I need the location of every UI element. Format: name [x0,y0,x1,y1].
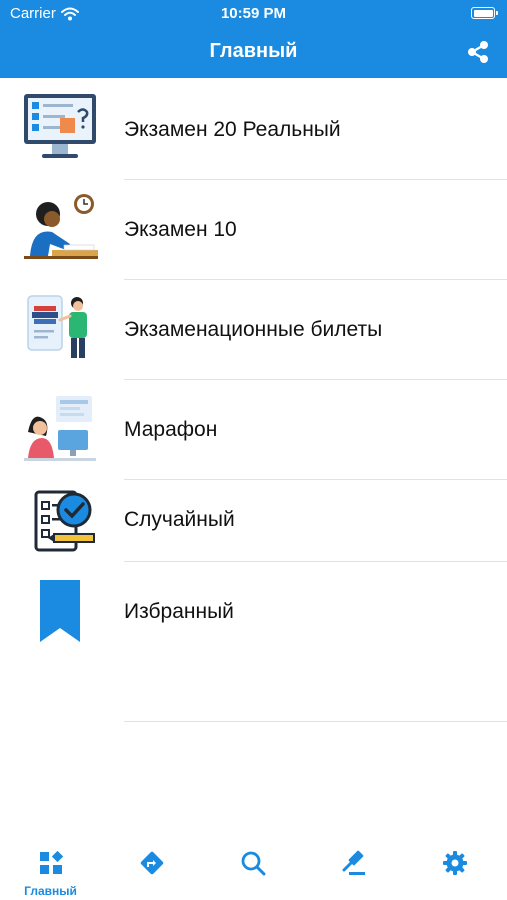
tab-gavel[interactable] [303,838,404,900]
menu-item-exam-10[interactable]: Экзамен 10 [0,180,507,280]
status-bar: Carrier 10:59 PM [0,0,507,26]
menu-item-favorites[interactable]: Избранный [0,562,507,722]
bookmark-icon [40,580,80,642]
battery-icon [471,7,498,19]
directions-icon [140,851,164,875]
top-bar: Carrier 10:59 PM Главный [0,0,507,78]
menu-item-label: Экзамен 20 Реальный [124,118,341,141]
tab-label: Главный [24,884,77,898]
tab-home[interactable]: Главный [0,838,101,900]
tab-search[interactable] [202,838,303,900]
clock: 10:59 PM [220,5,287,22]
gavel-icon [342,850,365,875]
share-icon[interactable] [465,39,491,65]
tab-settings[interactable] [404,838,505,900]
page-title: Главный [209,40,298,62]
tab-bar: Главный [0,838,507,900]
nav-bar: Главный [0,26,507,78]
checklist-icon [34,490,95,552]
divider [124,721,507,722]
menu-item-random[interactable]: Случайный [0,480,507,562]
exam-monitor-icon [24,94,96,158]
home-grid-icon [40,850,64,874]
menu-item-marathon[interactable]: Марафон [0,380,507,480]
menu-item-label: Случайный [124,508,235,531]
menu-item-label: Марафон [124,418,218,441]
student-writing-icon [24,194,98,259]
menu-item-label: Избранный [124,600,234,623]
student-computer-icon [24,396,96,461]
menu-item-exam-20[interactable]: Экзамен 20 Реальный [0,80,507,180]
gear-icon [443,851,467,875]
search-icon [241,851,266,876]
teacher-board-icon [27,295,87,358]
menu-item-label: Экзамен 10 [124,218,237,241]
menu-item-label: Экзаменационные билеты [124,318,383,341]
tab-directions[interactable] [101,838,202,900]
menu-list: Экзамен 20 Реальный Экзамен 10 Экзаменац… [0,80,507,722]
menu-item-exam-tickets[interactable]: Экзаменационные билеты [0,280,507,380]
